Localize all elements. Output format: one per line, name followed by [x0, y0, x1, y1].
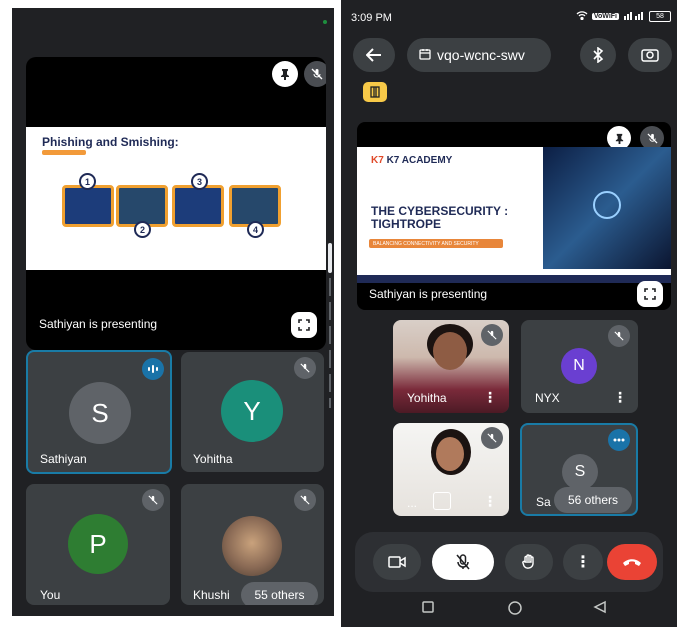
host-controls-icon[interactable]	[363, 82, 387, 102]
more-options-icon[interactable]: ⋮	[483, 390, 497, 404]
others-count-badge[interactable]: 55 others	[241, 582, 318, 605]
participant-tile-you[interactable]: P You	[26, 484, 170, 605]
self-view-icon[interactable]	[433, 492, 451, 510]
profile-photo-avatar	[222, 516, 282, 576]
participant-tile-yohitha[interactable]: Yohitha ⋮	[393, 320, 509, 413]
back-button[interactable]	[353, 38, 395, 72]
slide-footer-bar	[357, 275, 671, 283]
camera-toggle-button[interactable]	[373, 544, 421, 580]
android-nav-bar	[341, 594, 677, 627]
step-card-3	[172, 185, 224, 227]
slide-title: Phishing and Smishing:	[42, 135, 179, 149]
scrollbar-track	[329, 278, 331, 408]
switch-camera-button[interactable]	[628, 38, 672, 72]
speaking-indicator-icon	[142, 358, 164, 380]
more-options-icon[interactable]: ⋮	[613, 390, 627, 404]
call-controls-bar: ⋮	[355, 532, 663, 592]
end-call-button[interactable]	[607, 544, 657, 580]
step-number-4: 4	[247, 221, 264, 238]
right-phone-screen: 3:09 PM VoWiFi 58 vqo-wcnc-swv K7 K7 ACA…	[341, 0, 677, 627]
left-phone-screen: Phishing and Smishing: 1 2 3 4 Sathiyan …	[12, 8, 334, 616]
mic-off-icon	[142, 489, 164, 511]
fullscreen-icon[interactable]	[637, 281, 663, 307]
others-count-badge[interactable]: 56 others	[554, 487, 632, 513]
meeting-code: vqo-wcnc-swv	[437, 47, 525, 63]
battery-icon: 58	[649, 11, 671, 22]
pin-icon[interactable]	[272, 61, 298, 87]
participant-name: Sathiyan	[40, 452, 87, 466]
raise-hand-button[interactable]	[505, 544, 553, 580]
presenting-label: Sathiyan is presenting	[39, 317, 158, 331]
participant-name: Yohitha	[407, 391, 447, 405]
shared-slide: K7 K7 ACADEMY THE CYBERSECURITY : TIGHTR…	[357, 147, 671, 283]
slide-subtitle: BALANCING CONNECTIVITY AND SECURITY	[369, 239, 503, 248]
cybersecurity-image	[543, 147, 671, 269]
wifi-icon	[576, 10, 588, 23]
shared-slide: Phishing and Smishing: 1 2 3 4	[26, 127, 326, 270]
avatar: S	[69, 382, 131, 444]
participant-tile-yohitha[interactable]: Y Yohitha	[181, 352, 324, 472]
participant-tile-khushi[interactable]: Khushi 55 others	[181, 484, 324, 605]
step-card-1	[62, 185, 114, 227]
more-vertical-icon: ⋮	[575, 554, 591, 571]
avatar: S	[562, 454, 598, 490]
lock-icon	[593, 191, 621, 219]
calendar-icon	[419, 47, 431, 63]
presentation-tile[interactable]: Phishing and Smishing: 1 2 3 4 Sathiyan …	[26, 57, 326, 350]
participant-tile-sathiyan[interactable]: S Sa 56 others	[520, 423, 638, 516]
slide-brand-name: K7 ACADEMY	[386, 155, 453, 166]
step-number-1: 1	[79, 173, 96, 190]
video-face	[433, 332, 467, 370]
participant-name: Yohitha	[193, 452, 233, 466]
recents-icon[interactable]	[421, 600, 435, 619]
participant-name: You	[40, 588, 61, 602]
fullscreen-icon[interactable]	[291, 312, 317, 338]
bluetooth-audio-button[interactable]	[580, 38, 616, 72]
meeting-code-button[interactable]: vqo-wcnc-swv	[407, 38, 551, 72]
mic-off-icon	[481, 324, 503, 346]
status-time: 3:09 PM	[351, 12, 392, 24]
slide-brand: K7 K7 ACADEMY	[371, 155, 452, 166]
participant-tile-sathiyan[interactable]: S Sathiyan	[26, 350, 172, 474]
participant-tile-nyx[interactable]: N NYX ⋮	[521, 320, 638, 413]
participant-name: Sa	[536, 495, 551, 509]
step-number-2: 2	[134, 221, 151, 238]
participant-name: Khushi	[193, 588, 230, 602]
k7-logo-mark: K7	[371, 155, 384, 166]
home-icon[interactable]	[507, 600, 523, 621]
back-nav-icon[interactable]	[593, 600, 607, 619]
presentation-tile[interactable]: K7 K7 ACADEMY THE CYBERSECURITY : TIGHTR…	[357, 122, 671, 310]
recording-indicator	[323, 20, 327, 24]
mic-toggle-button[interactable]	[432, 544, 494, 580]
more-options-button[interactable]: ⋮	[563, 544, 603, 580]
mic-off-icon	[294, 489, 316, 511]
avatar: P	[68, 514, 128, 574]
speaking-indicator-icon	[608, 429, 630, 451]
video-face	[436, 437, 464, 471]
participant-name: NYX	[535, 391, 560, 405]
status-bar-icons: VoWiFi 58	[576, 10, 671, 23]
participant-tile-self[interactable]: ... ⋮	[393, 423, 509, 516]
mic-off-icon	[304, 61, 326, 87]
avatar: Y	[221, 380, 283, 442]
avatar: N	[561, 348, 597, 384]
step-number-3: 3	[191, 173, 208, 190]
mic-off-icon	[608, 325, 630, 347]
mic-off-icon	[481, 427, 503, 449]
presenting-label: Sathiyan is presenting	[369, 287, 488, 301]
participant-name: ...	[407, 496, 418, 510]
vowifi-badge: VoWiFi	[591, 13, 619, 20]
slide-subtitle-bar	[42, 150, 86, 155]
mic-off-icon	[294, 357, 316, 379]
more-options-icon[interactable]: ⋮	[483, 494, 497, 508]
slide-title: THE CYBERSECURITY : TIGHTROPE	[371, 204, 509, 231]
signal-icon	[623, 10, 645, 23]
scrollbar-thumb[interactable]	[328, 243, 332, 273]
